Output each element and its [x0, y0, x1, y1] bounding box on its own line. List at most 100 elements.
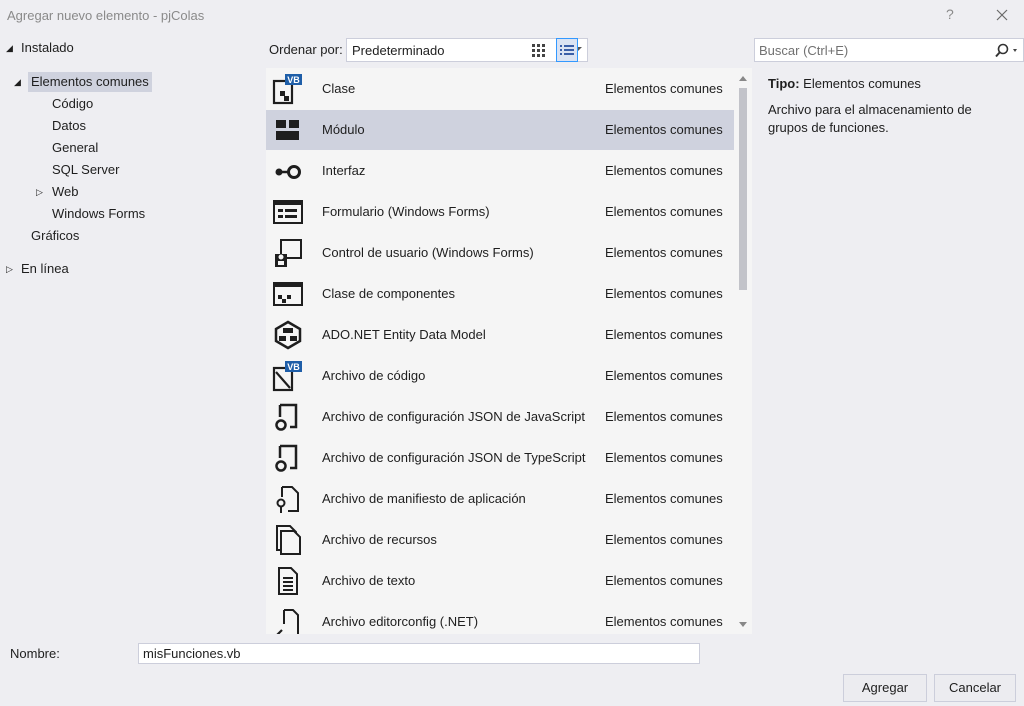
name-label: Nombre:: [10, 646, 60, 661]
json-config-icon: [272, 442, 304, 474]
list-toolbar: Ordenar por: Predeterminado: [266, 38, 746, 62]
tree-label-common-items: Elementos comunes: [28, 72, 152, 92]
tree-node-code[interactable]: Código: [52, 94, 93, 114]
component-class-icon: [272, 278, 304, 310]
collapsed-arrow-icon[interactable]: ▷: [36, 182, 43, 202]
list-item[interactable]: Archivo de manifiesto de aplicación Elem…: [266, 479, 734, 519]
item-name: Clase de componentes: [322, 286, 455, 301]
collapsed-arrow-icon[interactable]: ▷: [6, 259, 13, 279]
list-icon: [560, 45, 574, 55]
tree-node-graphics[interactable]: Gráficos: [31, 226, 79, 246]
item-name: Clase: [322, 81, 356, 96]
list-item[interactable]: Control de usuario (Windows Forms) Eleme…: [266, 233, 734, 273]
list-item[interactable]: Archivo de texto Elementos comunes: [266, 561, 734, 601]
resource-file-icon: [272, 524, 304, 556]
item-name: Archivo editorconfig (.NET): [322, 614, 479, 629]
dialog-footer: Nombre: Agregar Cancelar: [0, 634, 1024, 706]
details-pane: Tipo: Elementos comunes Archivo para el …: [768, 76, 1008, 137]
item-name: ADO.NET Entity Data Model: [322, 327, 486, 342]
item-category: Elementos comunes: [605, 368, 723, 383]
item-category: Elementos comunes: [605, 327, 723, 342]
form-icon: [272, 196, 304, 228]
interface-icon: [272, 155, 304, 187]
small-icons-view-button[interactable]: [528, 38, 550, 62]
help-button[interactable]: ?: [946, 6, 954, 22]
category-tree: ◢ Instalado ◢ Elementos comunes Código D…: [0, 36, 262, 634]
list-item[interactable]: VB Clase Elementos comunes: [266, 69, 734, 109]
list-scrollbar[interactable]: [734, 68, 752, 634]
json-config-icon: [272, 401, 304, 433]
item-category: Elementos comunes: [605, 409, 723, 424]
list-item[interactable]: Archivo editorconfig (.NET) Elementos co…: [266, 602, 734, 634]
entity-model-icon: [272, 319, 304, 351]
item-category: Elementos comunes: [605, 491, 723, 506]
code-file-icon: VB: [272, 360, 304, 392]
list-item[interactable]: ADO.NET Entity Data Model Elementos comu…: [266, 315, 734, 355]
user-control-icon: [272, 237, 304, 269]
tree-node-data[interactable]: Datos: [52, 116, 86, 136]
item-category: Elementos comunes: [605, 573, 723, 588]
manifest-icon: [272, 483, 304, 515]
item-category: Elementos comunes: [605, 122, 723, 137]
item-description: Archivo para el almacenamiento de grupos…: [768, 102, 972, 135]
tree-label-installed: Instalado: [21, 40, 74, 55]
list-item[interactable]: Archivo de recursos Elementos comunes: [266, 520, 734, 560]
cancel-button[interactable]: Cancelar: [934, 674, 1016, 702]
list-item[interactable]: Clase de componentes Elementos comunes: [266, 274, 734, 314]
item-name: Archivo de recursos: [322, 532, 437, 547]
scroll-up-icon[interactable]: [739, 76, 747, 81]
tree-label-online: En línea: [21, 261, 69, 276]
item-category: Elementos comunes: [605, 81, 723, 96]
type-line: Tipo: Elementos comunes: [768, 76, 1008, 91]
sort-label: Ordenar por:: [269, 42, 343, 57]
tree-node-windows-forms[interactable]: Windows Forms: [52, 204, 145, 224]
item-category: Elementos comunes: [605, 204, 723, 219]
item-category: Elementos comunes: [605, 245, 723, 260]
item-name: Formulario (Windows Forms): [322, 204, 490, 219]
type-value: Elementos comunes: [803, 76, 921, 91]
item-name: Módulo: [322, 122, 365, 137]
list-item[interactable]: Interfaz Elementos comunes: [266, 151, 734, 191]
item-name: Archivo de código: [322, 368, 426, 383]
item-category: Elementos comunes: [605, 163, 723, 178]
close-icon[interactable]: [990, 3, 1014, 27]
item-name: Archivo de manifiesto de aplicación: [322, 491, 526, 506]
item-name: Control de usuario (Windows Forms): [322, 245, 534, 260]
item-category: Elementos comunes: [605, 450, 723, 465]
tree-node-general[interactable]: General: [52, 138, 98, 158]
list-item[interactable]: Archivo de configuración JSON de JavaScr…: [266, 397, 734, 437]
item-name: Archivo de configuración JSON de JavaScr…: [322, 409, 586, 424]
tree-node-sql-server[interactable]: SQL Server: [52, 160, 119, 180]
title-bar: Agregar nuevo elemento - pjColas ?: [0, 0, 1024, 32]
module-icon: [272, 114, 304, 146]
template-list[interactable]: VB Clase Elementos comunes Módulo Elemen…: [266, 68, 752, 634]
search-box[interactable]: [754, 38, 1024, 62]
tree-label-web: Web: [52, 184, 79, 199]
expanded-arrow-icon[interactable]: ◢: [6, 38, 13, 58]
class-icon: VB: [272, 73, 304, 105]
add-button[interactable]: Agregar: [843, 674, 927, 702]
sort-value: Predeterminado: [352, 43, 445, 58]
scroll-down-icon[interactable]: [739, 622, 747, 627]
window-title: Agregar nuevo elemento - pjColas: [7, 8, 205, 23]
search-icon[interactable]: [993, 42, 1021, 60]
item-category: Elementos comunes: [605, 614, 723, 629]
list-item[interactable]: Archivo de configuración JSON de TypeScr…: [266, 438, 734, 478]
grid-icon: [532, 44, 545, 57]
name-field[interactable]: [138, 643, 700, 664]
list-view-button[interactable]: [556, 38, 578, 62]
list-item[interactable]: VB Archivo de código Elementos comunes: [266, 356, 734, 396]
item-name: Archivo de texto: [322, 573, 416, 588]
scroll-thumb[interactable]: [739, 88, 747, 290]
item-category: Elementos comunes: [605, 286, 723, 301]
sort-dropdown[interactable]: Predeterminado: [346, 38, 588, 62]
svg-text:VB: VB: [287, 75, 300, 85]
svg-text:VB: VB: [287, 362, 300, 372]
list-item[interactable]: Formulario (Windows Forms) Elementos com…: [266, 192, 734, 232]
text-file-icon: [272, 565, 304, 597]
item-name: Archivo de configuración JSON de TypeScr…: [322, 450, 586, 465]
list-item-selected[interactable]: Módulo Elementos comunes: [266, 110, 734, 150]
item-category: Elementos comunes: [605, 532, 723, 547]
search-input[interactable]: [759, 41, 989, 59]
expanded-arrow-icon[interactable]: ◢: [14, 72, 21, 92]
